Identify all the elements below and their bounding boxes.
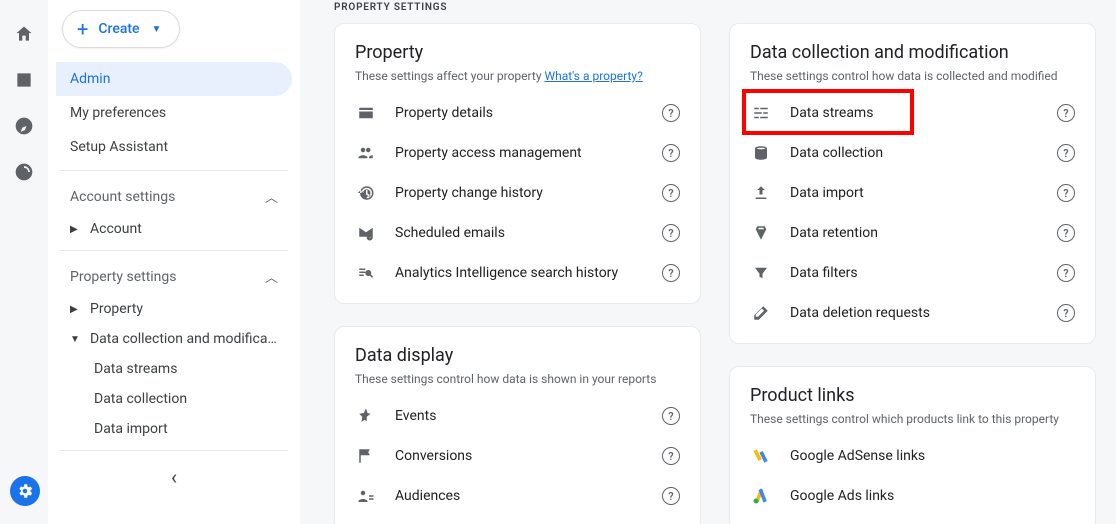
divider [60, 450, 288, 451]
row-ads-links[interactable]: Google Ads links [750, 476, 1075, 516]
reports-icon[interactable] [14, 70, 34, 94]
card-data-collection: Data collection and modification These s… [729, 23, 1096, 344]
database-icon [750, 144, 772, 162]
help-icon[interactable]: ? [662, 104, 680, 122]
admin-gear-button[interactable] [10, 476, 40, 506]
help-icon[interactable]: ? [1057, 104, 1075, 122]
card-title: Data display [355, 345, 680, 366]
row-data-deletion[interactable]: Data deletion requests ? [750, 293, 1075, 333]
row-data-retention[interactable]: Data retention ? [750, 213, 1075, 253]
plus-icon: + [77, 19, 88, 39]
sidebar-item-admin[interactable]: Admin [56, 62, 292, 96]
help-icon[interactable]: ? [662, 447, 680, 465]
tree-item-data-collection[interactable]: ▼ Data collection and modifica... [56, 324, 292, 354]
sidebar-item-setup-assistant[interactable]: Setup Assistant [56, 130, 292, 164]
card-property: Property These settings affect your prop… [334, 23, 701, 304]
row-data-filters[interactable]: Data filters ? [750, 253, 1075, 293]
divider [60, 250, 288, 251]
row-conversions[interactable]: Conversions ? [355, 436, 680, 476]
card-product-links: Product links These settings control whi… [729, 366, 1096, 524]
help-icon[interactable]: ? [1057, 184, 1075, 202]
page-title: PROPERTY SETTINGS [334, 2, 1096, 13]
tree-sub-data-collection[interactable]: Data collection [56, 384, 292, 414]
admin-sidebar: + Create ▼ Admin My preferences Setup As… [48, 0, 300, 524]
main-content: PROPERTY SETTINGS Property These setting… [320, 0, 1116, 524]
details-icon [355, 104, 377, 122]
help-icon[interactable]: ? [662, 487, 680, 505]
caret-down-icon: ▼ [152, 24, 162, 35]
row-data-collection-item[interactable]: Data collection ? [750, 133, 1075, 173]
row-property-details[interactable]: Property details ? [355, 93, 680, 133]
row-custom-definitions[interactable]: Custom definitions ? [355, 516, 680, 524]
filter-icon [750, 264, 772, 282]
tree-item-property[interactable]: ▶ Property [56, 294, 292, 324]
help-icon[interactable]: ? [1057, 144, 1075, 162]
row-audiences[interactable]: Audiences ? [355, 476, 680, 516]
card-subtitle: These settings control how data is colle… [750, 69, 1075, 83]
card-subtitle: These settings affect your property What… [355, 69, 680, 83]
people-icon [355, 144, 377, 162]
tree-item-account[interactable]: ▶ Account [56, 214, 292, 244]
whats-a-property-link[interactable]: What's a property? [544, 69, 642, 83]
search-list-icon [355, 264, 377, 282]
ads-icon[interactable] [14, 162, 34, 186]
explore-icon[interactable] [14, 116, 34, 140]
row-data-import[interactable]: Data import ? [750, 173, 1075, 213]
events-icon [355, 407, 377, 425]
caret-down-icon: ▼ [70, 334, 80, 345]
help-icon[interactable]: ? [1057, 264, 1075, 282]
google-ads-icon [750, 486, 772, 506]
flag-icon [355, 447, 377, 465]
row-scheduled-emails[interactable]: Scheduled emails ? [355, 213, 680, 253]
home-icon[interactable] [14, 24, 34, 48]
row-events[interactable]: Events ? [355, 396, 680, 436]
collapse-sidebar-button[interactable]: ‹ [56, 465, 292, 489]
card-title: Data collection and modification [750, 42, 1075, 63]
retention-icon [750, 224, 772, 242]
help-icon[interactable]: ? [1057, 224, 1075, 242]
caret-right-icon: ▶ [70, 224, 80, 235]
audiences-icon [355, 487, 377, 505]
help-icon[interactable]: ? [662, 184, 680, 202]
row-search-history[interactable]: Analytics Intelligence search history ? [355, 253, 680, 293]
card-title: Property [355, 42, 680, 63]
card-data-display: Data display These settings control how … [334, 326, 701, 524]
create-label: Create [98, 21, 139, 37]
help-icon[interactable]: ? [662, 224, 680, 242]
help-icon[interactable]: ? [662, 144, 680, 162]
chevron-up-icon: ︿ [265, 267, 278, 286]
card-title: Product links [750, 385, 1075, 406]
row-ad-manager-links[interactable]: Ad Manager links [750, 516, 1075, 524]
section-account-settings[interactable]: Account settings ︿ [56, 177, 292, 214]
history-icon [355, 184, 377, 202]
eraser-icon [750, 304, 772, 322]
help-icon[interactable]: ? [1057, 304, 1075, 322]
row-adsense-links[interactable]: Google AdSense links [750, 436, 1075, 476]
caret-right-icon: ▶ [70, 304, 80, 315]
schedule-icon [355, 224, 377, 242]
streams-icon [750, 104, 772, 122]
row-data-streams[interactable]: Data streams ? [750, 93, 1075, 133]
upload-icon [750, 184, 772, 202]
chevron-up-icon: ︿ [265, 187, 278, 206]
divider [60, 170, 288, 171]
help-icon[interactable]: ? [662, 264, 680, 282]
row-change-history[interactable]: Property change history ? [355, 173, 680, 213]
adsense-icon [750, 446, 772, 466]
create-button[interactable]: + Create ▼ [62, 10, 180, 48]
section-property-settings[interactable]: Property settings ︿ [56, 257, 292, 294]
tree-sub-data-import[interactable]: Data import [56, 414, 292, 444]
sidebar-item-preferences[interactable]: My preferences [56, 96, 292, 130]
tree-sub-data-streams[interactable]: Data streams [56, 354, 292, 384]
icon-rail [0, 0, 48, 524]
card-subtitle: These settings control which products li… [750, 412, 1075, 426]
row-property-access[interactable]: Property access management ? [355, 133, 680, 173]
card-subtitle: These settings control how data is shown… [355, 372, 680, 386]
help-icon[interactable]: ? [662, 407, 680, 425]
